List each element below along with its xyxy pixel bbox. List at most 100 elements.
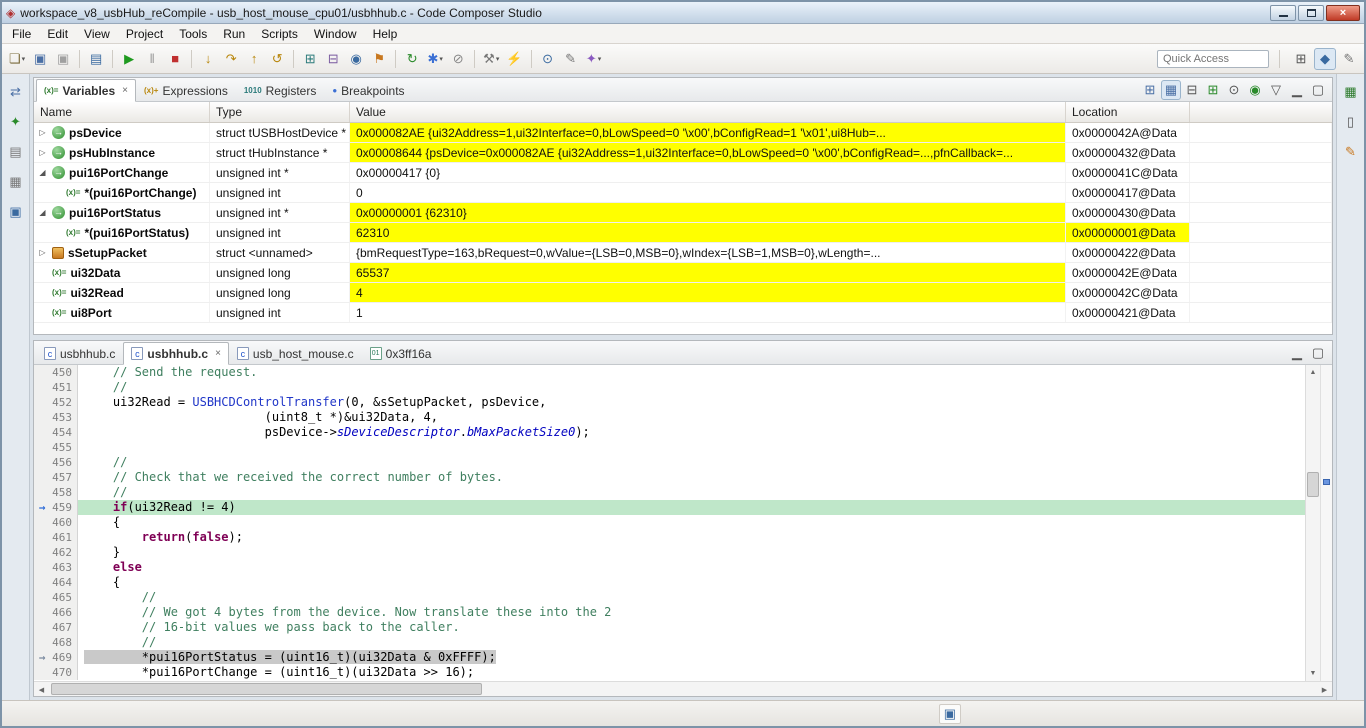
code-line[interactable]: 450 // Send the request.: [34, 365, 1305, 380]
line-number[interactable]: 451: [50, 380, 78, 395]
variable-row[interactable]: (x)= ui8Port unsigned int 1 0x00000421@Data: [34, 303, 1332, 323]
console-button[interactable]: ▤: [85, 48, 107, 70]
line-number[interactable]: 468: [50, 635, 78, 650]
pin-view-button[interactable]: ⊙: [1224, 80, 1244, 100]
horizontal-scroll-track[interactable]: [49, 682, 1317, 696]
code-line[interactable]: 464 {: [34, 575, 1305, 590]
wand-button[interactable]: ✦ ▾: [583, 48, 605, 70]
menu-file[interactable]: File: [4, 25, 39, 43]
step-return-button[interactable]: ↑: [243, 48, 265, 70]
editor-tab-0x3ff16a[interactable]: 01 0x3ff16a: [362, 342, 440, 365]
side-device-button[interactable]: ▯: [1340, 110, 1362, 132]
tab-expressions[interactable]: (x)+ Expressions: [136, 79, 236, 102]
menu-tools[interactable]: Tools: [171, 25, 215, 43]
line-number[interactable]: 464: [50, 575, 78, 590]
new-file-button[interactable]: ❏ ▾: [6, 48, 28, 70]
memory-browser-button[interactable]: ⊟: [322, 48, 344, 70]
overview-marker[interactable]: [1323, 478, 1330, 485]
skip-breakpoints-button[interactable]: ⊘: [447, 48, 469, 70]
line-number[interactable]: 454: [50, 425, 78, 440]
debug-server-status-icon[interactable]: ▣: [938, 703, 962, 724]
watch-button[interactable]: ◉: [345, 48, 367, 70]
expander-icon[interactable]: ▷: [37, 148, 48, 157]
code-line[interactable]: 453 (uint8_t *)&ui32Data, 4,: [34, 410, 1305, 425]
close-tab-icon[interactable]: ×: [215, 348, 221, 359]
code-line[interactable]: 461 return(false);: [34, 530, 1305, 545]
code-line[interactable]: 462 }: [34, 545, 1305, 560]
quick-access-input[interactable]: [1157, 49, 1269, 68]
menu-help[interactable]: Help: [365, 25, 406, 43]
code-line[interactable]: 455: [34, 440, 1305, 455]
code-line[interactable]: 456 //: [34, 455, 1305, 470]
line-number[interactable]: 461: [50, 530, 78, 545]
layout-button[interactable]: ▦: [1161, 79, 1181, 100]
menu-run[interactable]: Run: [215, 25, 253, 43]
horizontal-scroll-thumb[interactable]: [51, 683, 483, 695]
column-header-type[interactable]: Type: [210, 102, 350, 122]
minimize-view-button[interactable]: ▁: [1287, 80, 1307, 100]
line-number[interactable]: 469: [50, 650, 78, 665]
flash-button[interactable]: ⚡: [503, 48, 525, 70]
code-line[interactable]: 466 // We got 4 bytes from the device. N…: [34, 605, 1305, 620]
editor-horizontal-scrollbar[interactable]: ◀ ▶: [34, 681, 1332, 696]
menu-scripts[interactable]: Scripts: [253, 25, 306, 43]
menu-edit[interactable]: Edit: [39, 25, 76, 43]
code-line[interactable]: 458 //: [34, 485, 1305, 500]
code-line[interactable]: 463 else: [34, 560, 1305, 575]
tab-variables[interactable]: (x)= Variables ×: [36, 79, 137, 102]
line-number[interactable]: 466: [50, 605, 78, 620]
code-line[interactable]: 468 //: [34, 635, 1305, 650]
close-window-button[interactable]: ×: [1326, 4, 1360, 21]
variable-row[interactable]: (x)= ui32Data unsigned long 65537 0x0000042E…: [34, 263, 1332, 283]
maximize-window-button[interactable]: [1298, 4, 1324, 21]
build-button[interactable]: ⚒ ▾: [480, 48, 502, 70]
new-variables-view-button[interactable]: ⊞: [1203, 80, 1223, 100]
line-number[interactable]: 463: [50, 560, 78, 575]
code-area[interactable]: 450 // Send the request. 451 //452 ui32Re…: [34, 365, 1305, 681]
view-registers-button[interactable]: ⊞: [299, 48, 321, 70]
minimize-editor-button[interactable]: ▁: [1287, 343, 1307, 363]
search-button[interactable]: ⊙: [537, 48, 559, 70]
minimize-window-button[interactable]: [1270, 4, 1296, 21]
line-number[interactable]: 458: [50, 485, 78, 500]
variable-row[interactable]: ◢ → pui16PortChange unsigned int * 0x0000041…: [34, 163, 1332, 183]
collapse-all-button[interactable]: ⊟: [1182, 80, 1202, 100]
code-line[interactable]: → 469 *pui16PortStatus = (uint16_t)(ui32D…: [34, 650, 1305, 665]
save-button[interactable]: ▣: [29, 48, 51, 70]
maximize-editor-button[interactable]: ▢: [1308, 343, 1328, 363]
suspend-button[interactable]: ‖: [141, 48, 163, 70]
column-header-value[interactable]: Value: [350, 102, 1066, 122]
resume-button[interactable]: ▶: [118, 48, 140, 70]
minimized-view-button-2[interactable]: ✦: [5, 110, 27, 132]
console-view-button[interactable]: ▣: [5, 200, 27, 222]
terminate-button[interactable]: ■: [164, 48, 186, 70]
variable-row[interactable]: ◢ → pui16PortStatus unsigned int * 0x0000000…: [34, 203, 1332, 223]
reset-cpu-button[interactable]: ↺: [266, 48, 288, 70]
code-line[interactable]: 460 {: [34, 515, 1305, 530]
code-line[interactable]: 452 ui32Read = USBHCDControlTransfer(0, …: [34, 395, 1305, 410]
show-type-names-button[interactable]: ⊞: [1140, 80, 1160, 100]
overview-ruler[interactable]: [1320, 365, 1332, 681]
annotate-button[interactable]: ✎: [560, 48, 582, 70]
close-tab-icon[interactable]: ×: [122, 85, 128, 96]
expander-icon[interactable]: ◢: [37, 168, 48, 177]
variable-row[interactable]: (x)= ui32Read unsigned long 4 0x0000042C@Dat…: [34, 283, 1332, 303]
line-number[interactable]: 453: [50, 410, 78, 425]
tab-breakpoints[interactable]: ● Breakpoints: [324, 79, 412, 102]
minimized-view-button-3[interactable]: ▤: [5, 140, 27, 162]
code-line[interactable]: 454 psDevice->sDeviceDescriptor.bMaxPack…: [34, 425, 1305, 440]
variable-row[interactable]: (x)= *(pui16PortChange) unsigned int 0 0x000…: [34, 183, 1332, 203]
maximize-view-button[interactable]: ▢: [1308, 80, 1328, 100]
code-line[interactable]: 467 // 16-bit values we pass back to the…: [34, 620, 1305, 635]
open-perspective-button[interactable]: ⊞: [1290, 48, 1312, 70]
code-line[interactable]: 451 //: [34, 380, 1305, 395]
line-number[interactable]: 455: [50, 440, 78, 455]
editor-tab-usb_host_mouse-c[interactable]: c usb_host_mouse.c: [229, 342, 362, 365]
code-line[interactable]: 457 // Check that we received the correc…: [34, 470, 1305, 485]
variable-row[interactable]: ▷ sSetupPacket struct <unnamed> {bmRequestT…: [34, 243, 1332, 263]
title-bar[interactable]: ◈ workspace_v8_usbHub_reCompile - usb_ho…: [2, 2, 1364, 24]
side-edit-button[interactable]: ✎: [1340, 140, 1362, 162]
menu-project[interactable]: Project: [118, 25, 171, 43]
scroll-down-icon[interactable]: ▼: [1306, 666, 1320, 681]
save-all-button[interactable]: ▣: [52, 48, 74, 70]
